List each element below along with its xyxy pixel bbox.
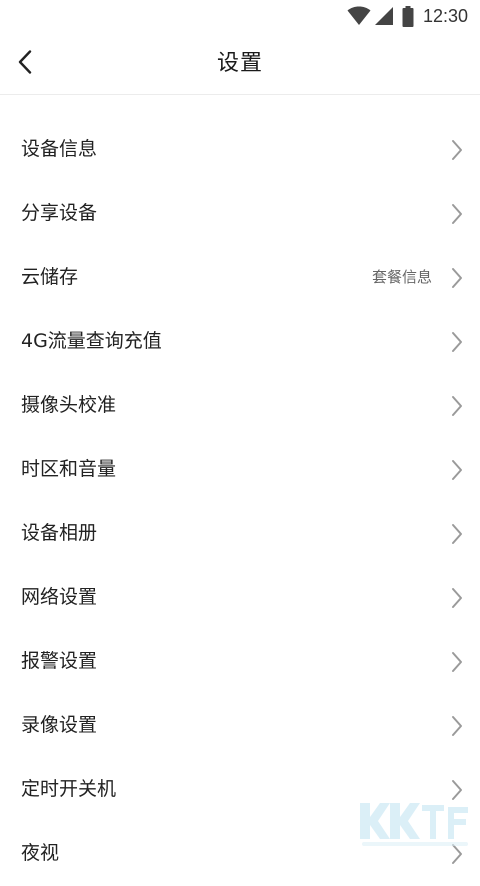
settings-item-share-device[interactable]: 分享设备 <box>0 182 480 246</box>
settings-item-label: 摄像头校准 <box>21 394 117 416</box>
settings-item-label: 时区和音量 <box>21 458 117 480</box>
chevron-right-icon <box>450 331 464 353</box>
settings-item-label: 报警设置 <box>21 650 98 672</box>
settings-item-alarm-settings[interactable]: 报警设置 <box>0 630 480 694</box>
chevron-right-icon <box>450 203 464 225</box>
battery-icon <box>402 5 414 27</box>
cellular-signal-icon <box>374 6 394 26</box>
watermark-logo <box>356 795 474 849</box>
settings-item-label: 设备相册 <box>21 522 98 544</box>
chevron-right-icon <box>450 587 464 609</box>
settings-item-label: 云储存 <box>21 266 79 288</box>
settings-item-device-info[interactable]: 设备信息 <box>0 118 480 182</box>
chevron-right-icon <box>450 523 464 545</box>
status-bar: 12:30 <box>0 0 480 32</box>
chevron-right-icon <box>450 459 464 481</box>
settings-item-timezone-volume[interactable]: 时区和音量 <box>0 438 480 502</box>
settings-item-label: 分享设备 <box>21 202 98 224</box>
settings-item-label: 4G流量查询充值 <box>21 330 162 352</box>
wifi-icon <box>347 6 371 26</box>
chevron-right-icon <box>450 715 464 737</box>
status-icons: 12:30 <box>347 5 468 27</box>
page-title: 设置 <box>216 51 263 76</box>
settings-item-label: 录像设置 <box>21 714 98 736</box>
settings-item-camera-calibration[interactable]: 摄像头校准 <box>0 374 480 438</box>
settings-item-label: 定时开关机 <box>21 778 117 800</box>
settings-item-device-album[interactable]: 设备相册 <box>0 502 480 566</box>
chevron-right-icon <box>450 267 464 289</box>
settings-item-4g-data-topup[interactable]: 4G流量查询充值 <box>0 310 480 374</box>
settings-list: 设备信息 分享设备 云储存 套餐信息 4G流量查询充值 摄像头校准 时区和音量 <box>0 118 480 886</box>
settings-item-network-settings[interactable]: 网络设置 <box>0 566 480 630</box>
plan-info-link[interactable]: 套餐信息 <box>372 267 432 287</box>
settings-item-label: 设备信息 <box>21 138 98 160</box>
settings-item-label: 夜视 <box>21 842 60 864</box>
chevron-right-icon <box>450 651 464 673</box>
nav-bar: 设置 <box>0 32 480 95</box>
chevron-right-icon <box>450 395 464 417</box>
settings-item-recording-settings[interactable]: 录像设置 <box>0 694 480 758</box>
status-time: 12:30 <box>422 6 468 26</box>
settings-item-label: 网络设置 <box>21 586 98 608</box>
settings-item-cloud-storage[interactable]: 云储存 套餐信息 <box>0 246 480 310</box>
chevron-right-icon <box>450 139 464 161</box>
